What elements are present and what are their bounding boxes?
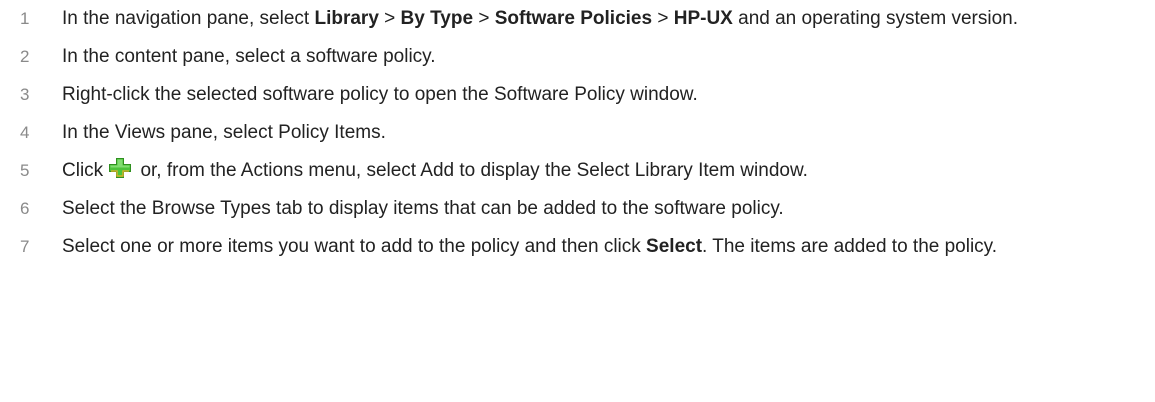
- add-plus-icon: [108, 157, 132, 179]
- step-5: 5 Click or, from the Actions menu, selec…: [0, 157, 1155, 184]
- step-number: 7: [20, 237, 30, 256]
- step-number: 2: [20, 47, 30, 66]
- step-number: 1: [20, 9, 30, 28]
- step-7: 7 Select one or more items you want to a…: [0, 233, 1155, 260]
- step-text: In the Views pane, select Policy Items.: [62, 122, 386, 143]
- step-number: 5: [20, 161, 30, 180]
- bold-by-type: By Type: [400, 8, 474, 29]
- step-1: 1 In the navigation pane, select Library…: [0, 5, 1155, 32]
- step-text: Right-click the selected software policy…: [62, 84, 698, 105]
- step-text: Select one or more items you want to add…: [62, 236, 998, 257]
- bold-software-policies: Software Policies: [494, 8, 653, 29]
- step-number: 3: [20, 85, 30, 104]
- step-2: 2 In the content pane, select a software…: [0, 43, 1155, 70]
- step-text: Select the Browse Types tab to display i…: [62, 198, 784, 219]
- bold-hp-ux: HP-UX: [673, 8, 733, 29]
- step-4: 4 In the Views pane, select Policy Items…: [0, 119, 1155, 146]
- step-3: 3 Right-click the selected software poli…: [0, 81, 1155, 108]
- step-text: Click or, from the Actions menu, select …: [62, 157, 808, 181]
- bold-library: Library: [314, 8, 379, 29]
- procedure-steps: 1 In the navigation pane, select Library…: [0, 0, 1155, 260]
- step-text: In the content pane, select a software p…: [62, 46, 436, 67]
- step-text: In the navigation pane, select Library >…: [62, 8, 1019, 29]
- bold-select: Select: [646, 236, 703, 257]
- step-number: 6: [20, 199, 30, 218]
- step-6: 6 Select the Browse Types tab to display…: [0, 195, 1155, 222]
- step-number: 4: [20, 123, 30, 142]
